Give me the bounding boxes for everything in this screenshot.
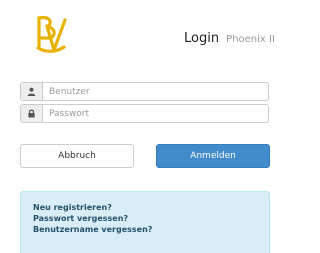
login-header: Login Phoenix II (184, 28, 275, 49)
user-icon (21, 83, 43, 100)
forgot-username-link[interactable]: Benutzername vergessen? (33, 224, 269, 235)
username-input[interactable] (43, 83, 268, 100)
forgot-password-link[interactable]: Passwort vergessen? (33, 213, 269, 224)
cancel-button[interactable]: Abbruch (20, 144, 134, 168)
app-subtitle: Phoenix II (226, 34, 275, 45)
login-button[interactable]: Anmelden (156, 144, 270, 168)
bv-logo (36, 15, 67, 53)
help-links-panel: Neu registrieren? Passwort vergessen? Be… (20, 191, 270, 253)
lock-icon (21, 105, 43, 122)
page-title: Login (184, 31, 220, 46)
password-field[interactable] (20, 104, 269, 123)
username-field[interactable] (20, 82, 269, 101)
password-input[interactable] (43, 105, 268, 122)
register-link[interactable]: Neu registrieren? (33, 202, 269, 213)
